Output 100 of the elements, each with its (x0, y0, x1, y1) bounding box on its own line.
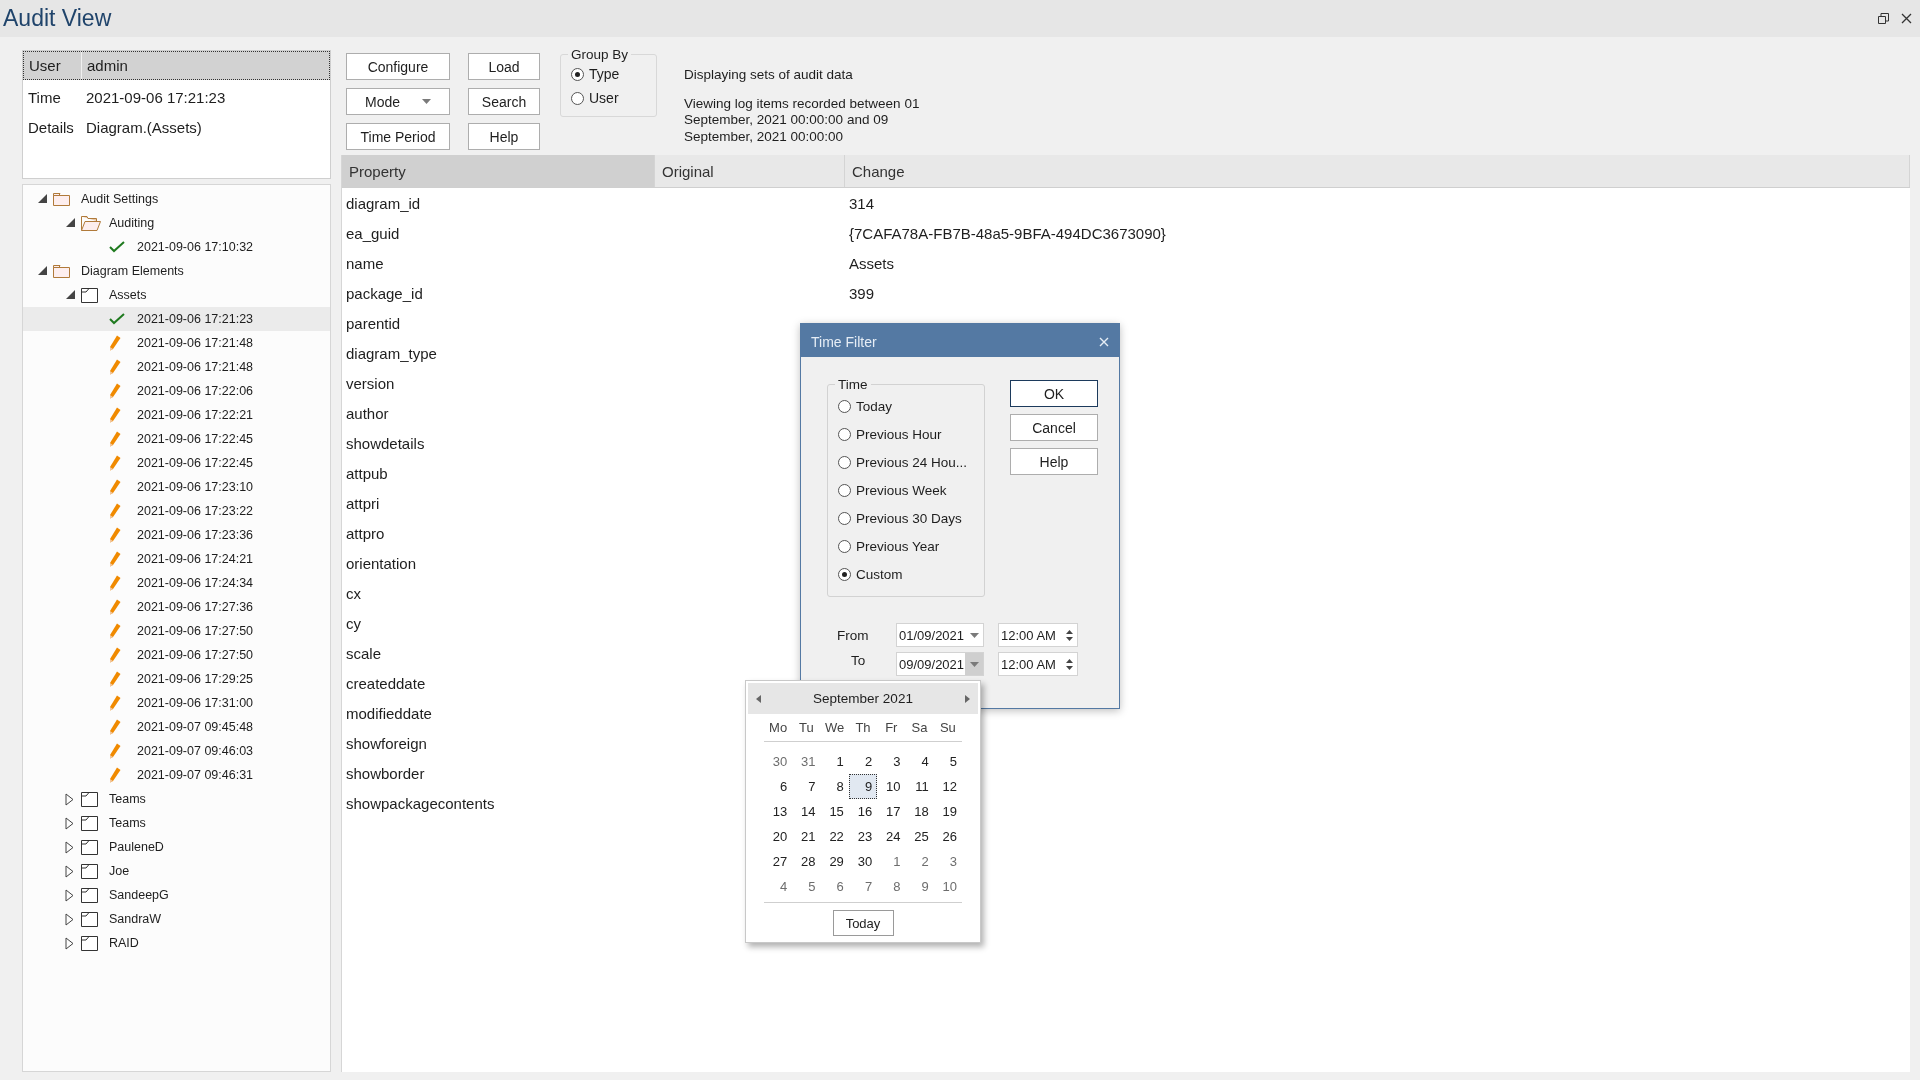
radio-button[interactable] (838, 483, 851, 497)
tree-item[interactable]: 2021-09-06 17:27:50 (23, 643, 330, 667)
tree-item[interactable]: 2021-09-06 17:31:00 (23, 691, 330, 715)
tree-item[interactable]: Joe (23, 859, 330, 883)
collapsed-triangle-icon[interactable] (65, 793, 74, 806)
calendar-day[interactable]: 11 (905, 774, 934, 799)
tree-item[interactable]: 2021-09-07 09:45:48 (23, 715, 330, 739)
radio-button[interactable] (571, 91, 584, 105)
radio-button[interactable] (838, 455, 851, 469)
radio-button[interactable] (838, 567, 851, 581)
calendar-day[interactable]: 30 (764, 749, 793, 774)
calendar-day[interactable]: 28 (792, 849, 821, 874)
calendar-day[interactable]: 25 (905, 824, 934, 849)
spinner-icon[interactable] (1066, 657, 1073, 671)
radio-button[interactable] (838, 539, 851, 553)
calendar-day[interactable]: 4 (905, 749, 934, 774)
radio-button[interactable] (838, 427, 851, 441)
radio-button[interactable] (571, 67, 584, 81)
dialog-button[interactable]: Cancel (1010, 414, 1098, 441)
calendar-day[interactable]: 4 (764, 874, 793, 899)
calendar-day[interactable]: 5 (792, 874, 821, 899)
calendar-day[interactable]: 19 (933, 799, 962, 824)
tree-item[interactable]: 2021-09-06 17:22:06 (23, 379, 330, 403)
tree-item[interactable]: 2021-09-06 17:27:50 (23, 619, 330, 643)
calendar-day[interactable]: 15 (820, 799, 849, 824)
calendar-day[interactable]: 30 (848, 849, 878, 874)
tree-item[interactable]: 2021-09-06 17:24:21 (23, 547, 330, 571)
tree-item[interactable]: 2021-09-06 17:23:36 (23, 523, 330, 547)
calendar-day[interactable]: 18 (905, 799, 934, 824)
calendar-day[interactable]: 20 (764, 824, 793, 849)
collapsed-triangle-icon[interactable] (65, 913, 74, 926)
calendar-day[interactable]: 3 (877, 749, 906, 774)
tree-item[interactable]: 2021-09-06 17:21:48 (23, 331, 330, 355)
calendar-day[interactable]: 16 (848, 799, 878, 824)
calendar-day[interactable]: 7 (848, 874, 878, 899)
tree-item[interactable]: Audit Settings (23, 187, 330, 211)
calendar-day[interactable]: 2 (905, 849, 934, 874)
calendar-day[interactable]: 10 (933, 874, 962, 899)
toolbar-button[interactable]: Configure (346, 53, 450, 80)
calendar-day[interactable]: 26 (933, 824, 962, 849)
radio-button[interactable] (838, 399, 851, 413)
next-month-icon[interactable] (965, 694, 970, 703)
spinner-icon[interactable] (1066, 628, 1073, 642)
restore-icon[interactable] (1878, 13, 1889, 24)
tree-item[interactable]: 2021-09-06 17:22:45 (23, 427, 330, 451)
date-field[interactable]: 01/09/2021 (896, 623, 984, 647)
tree-item[interactable]: Teams (23, 811, 330, 835)
calendar-day[interactable]: 6 (820, 874, 849, 899)
tree-item[interactable]: 2021-09-07 09:46:31 (23, 763, 330, 787)
calendar-day[interactable]: 8 (877, 874, 906, 899)
calendar-day[interactable]: 9 (905, 874, 934, 899)
calendar-day[interactable]: 7 (792, 774, 821, 799)
tree-item[interactable]: 2021-09-06 17:10:32 (23, 235, 330, 259)
expanded-triangle-icon[interactable] (65, 289, 76, 300)
calendar-day[interactable]: 9 (848, 774, 878, 799)
tree-item[interactable]: 2021-09-06 17:23:22 (23, 499, 330, 523)
dropdown-button[interactable]: Mode (346, 88, 450, 115)
column-header[interactable]: Property (342, 155, 655, 187)
time-field[interactable]: 12:00 AM (998, 623, 1078, 647)
tree-item[interactable]: 2021-09-06 17:21:48 (23, 355, 330, 379)
tree-item[interactable]: 2021-09-06 17:27:36 (23, 595, 330, 619)
calendar-day[interactable]: 27 (764, 849, 793, 874)
tree-item[interactable]: 2021-09-06 17:23:10 (23, 475, 330, 499)
calendar-day[interactable]: 13 (764, 799, 793, 824)
calendar-day[interactable]: 12 (933, 774, 962, 799)
expanded-triangle-icon[interactable] (37, 265, 48, 276)
calendar-day[interactable]: 1 (877, 849, 906, 874)
expanded-triangle-icon[interactable] (65, 217, 76, 228)
dialog-button[interactable]: Help (1010, 448, 1098, 475)
calendar-day[interactable]: 31 (792, 749, 821, 774)
close-icon[interactable] (1901, 13, 1912, 24)
calendar-day[interactable]: 23 (848, 824, 878, 849)
calendar-day[interactable]: 6 (764, 774, 793, 799)
toolbar-button[interactable]: Search (468, 88, 540, 115)
tree-item[interactable]: SandeepG (23, 883, 330, 907)
collapsed-triangle-icon[interactable] (65, 889, 74, 902)
tree-item[interactable]: 2021-09-06 17:24:34 (23, 571, 330, 595)
calendar-day[interactable]: 21 (792, 824, 821, 849)
tree-item[interactable]: 2021-09-06 17:22:21 (23, 403, 330, 427)
tree-item[interactable]: 2021-09-06 17:21:23 (23, 307, 330, 331)
tree-item[interactable]: Auditing (23, 211, 330, 235)
calendar-day[interactable]: 10 (877, 774, 906, 799)
calendar-day[interactable]: 2 (848, 749, 878, 774)
calendar-day[interactable]: 17 (877, 799, 906, 824)
calendar-day[interactable]: 1 (820, 749, 849, 774)
tree-item[interactable]: 2021-09-06 17:22:45 (23, 451, 330, 475)
collapsed-triangle-icon[interactable] (65, 841, 74, 854)
collapsed-triangle-icon[interactable] (65, 865, 74, 878)
tree-item[interactable]: 2021-09-07 09:46:03 (23, 739, 330, 763)
tree-item[interactable]: Assets (23, 283, 330, 307)
date-field[interactable]: 09/09/2021 (896, 652, 984, 676)
calendar-day[interactable]: 5 (933, 749, 962, 774)
tree-item[interactable]: RAID (23, 931, 330, 955)
toolbar-button[interactable]: Help (468, 123, 540, 150)
tree-item[interactable]: 2021-09-06 17:29:25 (23, 667, 330, 691)
calendar-day[interactable]: 29 (820, 849, 849, 874)
expanded-triangle-icon[interactable] (37, 193, 48, 204)
dropdown-button[interactable] (965, 653, 983, 675)
calendar-day[interactable]: 22 (820, 824, 849, 849)
dialog-button[interactable]: OK (1010, 380, 1098, 407)
